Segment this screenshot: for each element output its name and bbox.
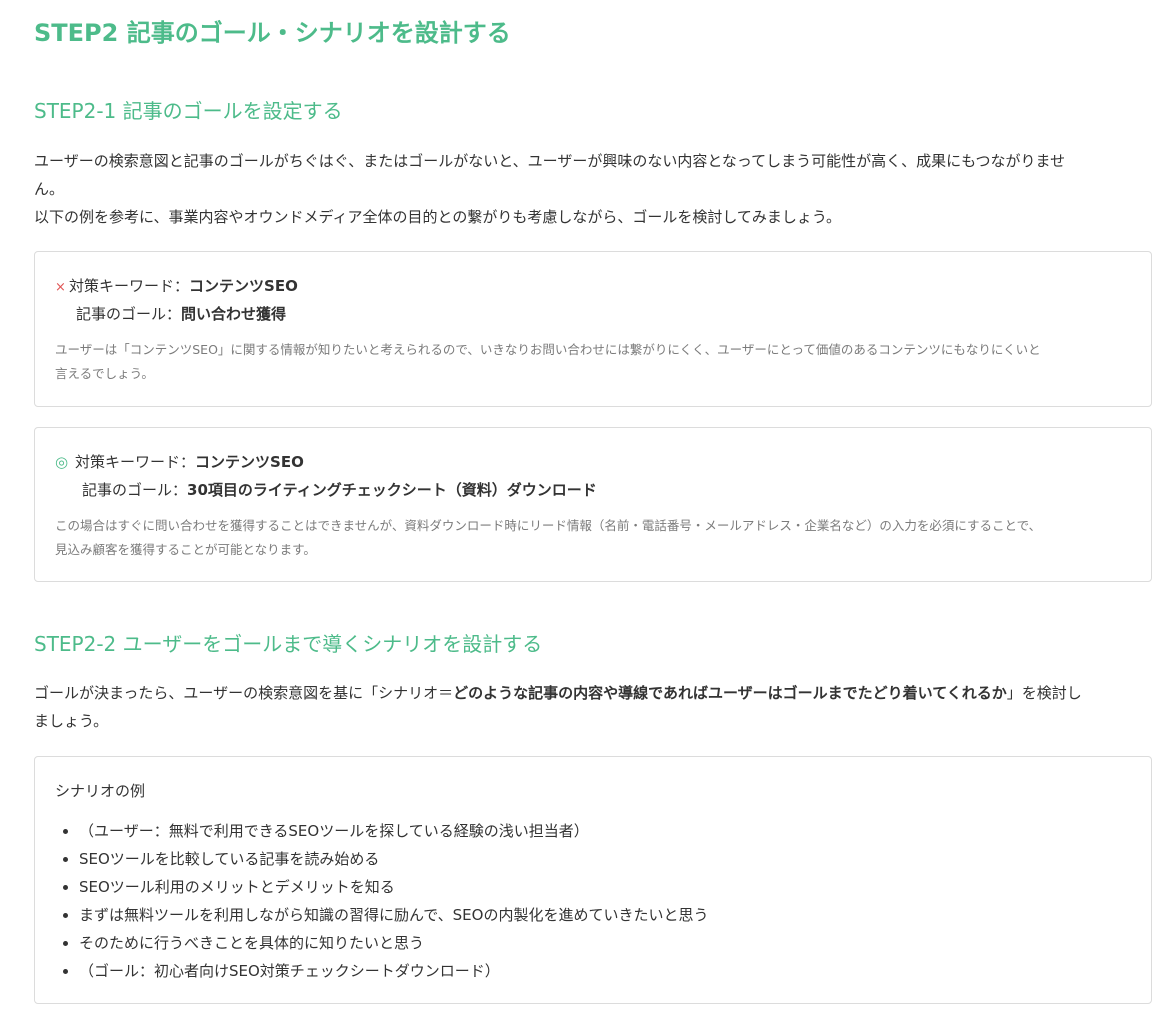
good-keyword-line: ◎ 対策キーワード：コンテンツSEO <box>55 448 304 476</box>
keyword-value: コンテンツSEO <box>189 277 298 295</box>
bad-goal-line: 記事のゴール：問い合わせ獲得 <box>76 300 286 328</box>
goal-value: 30項目のライティングチェックシート（資料）ダウンロード <box>187 481 597 499</box>
bad-keyword-line: × 対策キーワード：コンテンツSEO <box>55 272 298 302</box>
scenario-intro-pre: ゴールが決まったら、ユーザーの検索意図を基に「シナリオ＝ <box>34 684 454 702</box>
cross-icon: × <box>55 280 66 295</box>
list-item: （ユーザー：無料で利用できるSEOツールを探している経験の浅い担当者） <box>79 817 708 845</box>
good-example-box: ◎ 対策キーワード：コンテンツSEO 記事のゴール：30項目のライティングチェック… <box>34 427 1152 582</box>
goal-label: 記事のゴール： <box>82 481 188 499</box>
scenario-list: （ユーザー：無料で利用できるSEOツールを探している経験の浅い担当者） SEOツ… <box>55 817 708 985</box>
keyword-label: 対策キーワード： <box>69 277 190 295</box>
good-goal-line: 記事のゴール：30項目のライティングチェックシート（資料）ダウンロード <box>82 476 597 504</box>
intro-paragraph-2: 以下の例を参考に、事業内容やオウンドメディア全体の目的との繋がりも考慮しながら、… <box>34 208 842 226</box>
scenario-intro-paragraph: ゴールが決まったら、ユーザーの検索意図を基に「シナリオ＝どのような記事の内容や導… <box>34 679 1154 735</box>
list-item: （ゴール：初心者向けSEO対策チェックシートダウンロード） <box>79 957 708 985</box>
bad-example-box: × 対策キーワード：コンテンツSEO 記事のゴール：問い合わせ獲得 ユーザーは「コ… <box>34 251 1152 407</box>
scenario-intro-line-2: ましょう。 <box>34 712 109 730</box>
scenario-intro-bold: どのような記事の内容や導線であればユーザーはゴールまでたどり着いてくれるか <box>453 684 1007 702</box>
goal-label: 記事のゴール： <box>76 305 182 323</box>
list-item: SEOツール利用のメリットとデメリットを知る <box>79 873 708 901</box>
keyword-label: 対策キーワード： <box>75 453 196 471</box>
intro-line-1: ユーザーの検索意図と記事のゴールがちぐはぐ、またはゴールがないと、ユーザーが興味… <box>34 152 1066 170</box>
good-example-note: この場合はすぐに問い合わせを獲得することはできませんが、資料ダウンロード時にリー… <box>55 514 1135 562</box>
scenario-intro-post: 」を検討し <box>1006 684 1082 702</box>
note-line-2: 見込み顧客を獲得することが可能となります。 <box>55 542 316 557</box>
list-item: まずは無料ツールを利用しながら知識の習得に励んで、SEOの内製化を進めていきたい… <box>79 901 708 929</box>
intro-paragraph: ユーザーの検索意図と記事のゴールがちぐはぐ、またはゴールがないと、ユーザーが興味… <box>34 147 1154 203</box>
section-heading-scenario: STEP2-2 ユーザーをゴールまで導くシナリオを設計する <box>34 632 543 656</box>
bad-example-note: ユーザーは「コンテンツSEO」に関する情報が知りたいと考えられるので、いきなりお… <box>55 338 1135 386</box>
note-line-2: 言えるでしょう。 <box>55 366 154 381</box>
goal-value: 問い合わせ獲得 <box>181 305 287 323</box>
keyword-value: コンテンツSEO <box>195 453 304 471</box>
list-item: そのために行うべきことを具体的に知りたいと思う <box>79 929 708 957</box>
section-heading-goal: STEP2-1 記事のゴールを設定する <box>34 99 343 123</box>
scenario-title: シナリオの例 <box>55 782 146 800</box>
scenario-example-box: シナリオの例 （ユーザー：無料で利用できるSEOツールを探している経験の浅い担当… <box>34 756 1152 1004</box>
page-title: STEP2 記事のゴール・シナリオを設計する <box>34 19 511 47</box>
note-line-1: ユーザーは「コンテンツSEO」に関する情報が知りたいと考えられるので、いきなりお… <box>55 342 1041 357</box>
note-line-1: この場合はすぐに問い合わせを獲得することはできませんが、資料ダウンロード時にリー… <box>55 518 1042 533</box>
intro-line-2: ん。 <box>34 180 65 198</box>
double-circle-icon: ◎ <box>55 453 69 471</box>
list-item: SEOツールを比較している記事を読み始める <box>79 845 708 873</box>
